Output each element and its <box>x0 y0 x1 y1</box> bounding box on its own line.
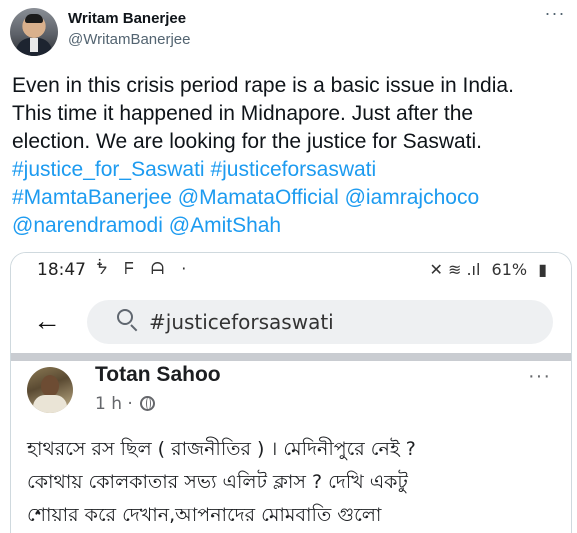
author-handle[interactable]: @WritamBanerjee <box>68 31 191 48</box>
status-time: 18:47 <box>37 260 86 280</box>
search-field[interactable]: #justiceforsaswati <box>87 300 553 344</box>
post-meta: 1 h · <box>95 394 156 414</box>
mention-link[interactable]: @narendramodi <box>12 214 163 237</box>
tweet-text-line: election. We are looking for the justice… <box>12 128 572 156</box>
tweet-text-line: @narendramodi @AmitShah <box>12 212 572 240</box>
search-icon <box>117 309 139 335</box>
hashtag-link[interactable]: #MamtaBanerjee <box>12 186 172 209</box>
search-query: #justiceforsaswati <box>149 310 334 334</box>
tweet-text-line: Even in this crisis period rape is a bas… <box>12 72 572 100</box>
avatar-shirt <box>30 38 38 52</box>
author-avatar[interactable] <box>10 8 58 56</box>
tweet-media-image[interactable]: 18:47 ᖭ ᖴ ᗩ · ✕ ≋ .ıl 61% ▮ ← #justicefo… <box>10 252 572 533</box>
poster-face <box>41 375 59 397</box>
post-more-icon[interactable]: ··· <box>528 365 551 388</box>
mention-link[interactable]: @MamataOfficial <box>178 186 339 209</box>
tweet-text-segment: election. We are looking for the justice… <box>12 130 483 153</box>
signal-icons: ✕ ≋ .ıl <box>429 260 481 279</box>
post-body: হাথরসে রস ছিল ( রাজনীতির ) । মেদিনীপুরে … <box>27 433 567 532</box>
hashtag-link[interactable]: #justice_for_Saswati <box>12 158 205 181</box>
tweet-text-segment: This time it happened in Midnapore. Just… <box>12 102 474 125</box>
status-right-group: ✕ ≋ .ıl 61% ▮ <box>423 260 547 279</box>
poster-body <box>33 395 67 413</box>
post-line: হাথরসে রস ছিল ( রাজনীতির ) । মেদিনীপুরে … <box>27 438 416 460</box>
notification-icons: ᖭ ᖴ ᗩ · <box>97 259 193 278</box>
phone-status-bar: 18:47 ᖭ ᖴ ᗩ · ✕ ≋ .ıl 61% ▮ <box>11 253 571 287</box>
poster-avatar[interactable] <box>27 367 73 413</box>
hashtag-link[interactable]: #justiceforsaswati <box>210 158 376 181</box>
avatar-hair <box>25 14 43 23</box>
post-line: কোথায় কোলকাতার সভ্য এলিট ক্লাস ? দেখি এ… <box>27 471 408 493</box>
battery-icon: ▮ <box>538 260 547 279</box>
section-divider <box>11 353 571 361</box>
facebook-search-bar: ← #justiceforsaswati <box>11 291 571 351</box>
tweet-text-line: This time it happened in Midnapore. Just… <box>12 100 572 128</box>
tweet-text: Even in this crisis period rape is a bas… <box>12 72 572 240</box>
globe-icon <box>140 396 156 411</box>
back-arrow-icon[interactable]: ← <box>33 305 61 337</box>
post-time: 1 h · <box>95 394 133 414</box>
post-line: শোয়ার করে দেখান,আপনাদের মোমবাতি গুলো <box>27 504 382 526</box>
mention-link[interactable]: @iamrajchoco <box>345 186 480 209</box>
battery-level: 61% <box>491 260 528 279</box>
poster-name[interactable]: Totan Sahoo <box>95 363 221 387</box>
author-name[interactable]: Writam Banerjee <box>68 10 186 27</box>
more-options-button[interactable]: ··· <box>540 4 570 28</box>
mention-link[interactable]: @AmitShah <box>169 214 281 237</box>
tweet-text-segment: Even in this crisis period rape is a bas… <box>12 74 514 97</box>
tweet-text-line: #justice_for_Saswati #justiceforsaswati <box>12 156 572 184</box>
tweet-text-line: #MamtaBanerjee @MamataOfficial @iamrajch… <box>12 184 572 212</box>
